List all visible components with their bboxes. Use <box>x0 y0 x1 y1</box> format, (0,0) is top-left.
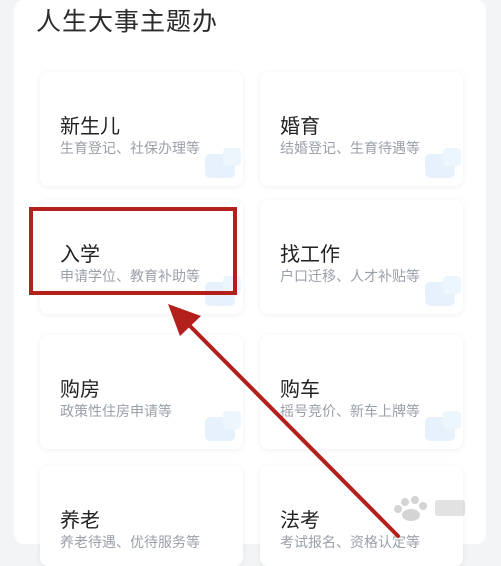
watermark-logo <box>391 494 471 522</box>
annotation-arrow <box>0 0 501 544</box>
